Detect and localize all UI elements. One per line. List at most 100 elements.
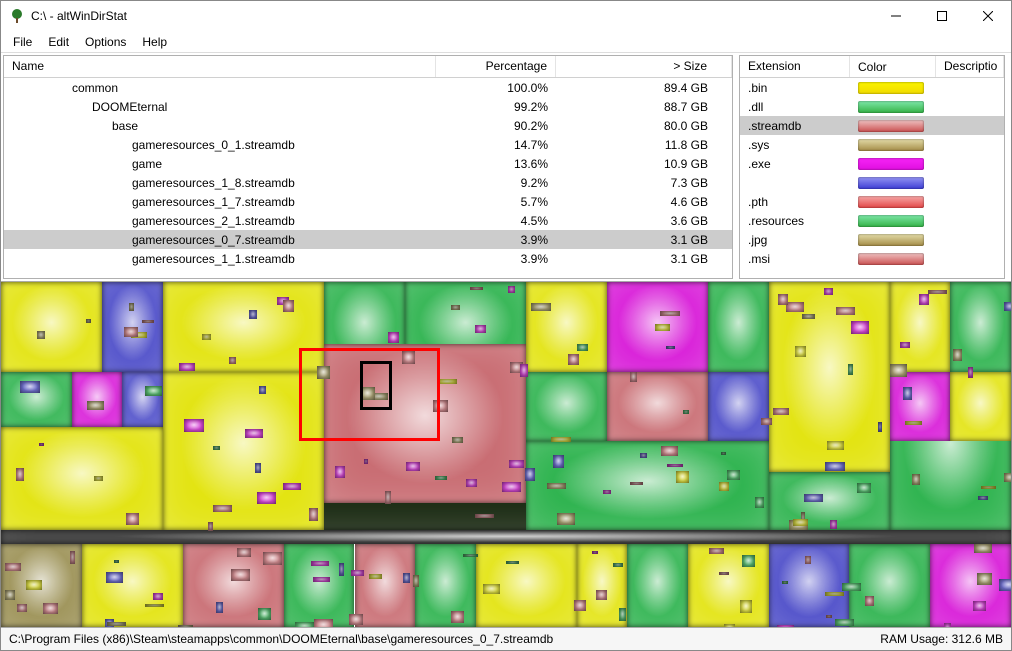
ext-rows[interactable]: .bin.dll.streamdb.sys.exe.pth.resources.… [740,78,1004,278]
treemap-block[interactable] [451,611,464,623]
treemap-block[interactable] [630,482,644,485]
treemap-block[interactable] [231,569,250,581]
treemap-block[interactable] [782,581,788,584]
treemap-block[interactable] [43,603,58,614]
treemap-block[interactable] [531,303,551,311]
treemap-block[interactable] [1,530,1011,544]
treemap-block[interactable] [878,422,883,432]
treemap-block[interactable] [526,282,607,372]
treemap-block[interactable] [607,372,708,441]
treemap-block[interactable] [142,320,154,323]
treemap-block[interactable] [1004,302,1011,311]
treemap-block[interactable] [688,544,769,627]
treemap-block[interactable] [184,419,203,432]
treemap-block[interactable] [82,544,183,627]
treemap-block[interactable] [568,354,578,366]
treemap-block[interactable] [786,302,804,312]
treemap-block[interactable] [835,619,854,626]
treemap-block[interactable] [475,514,494,518]
treemap-block[interactable] [202,334,211,340]
treemap-block[interactable] [742,555,755,567]
treemap-block[interactable] [802,314,816,318]
treemap-block[interactable] [124,327,138,337]
ext-row[interactable]: .streamdb [740,116,1004,135]
treemap-block[interactable] [999,579,1011,591]
tree-row[interactable]: common100.0%89.4 GB [4,78,732,97]
treemap-block[interactable] [179,363,195,371]
treemap-block[interactable] [676,471,689,483]
tree-row[interactable]: gameresources_1_7.streamdb5.7%4.6 GB [4,192,732,211]
treemap-block[interactable] [709,548,724,554]
col-extension[interactable]: Extension [740,56,850,77]
treemap-block[interactable] [466,479,476,487]
treemap-block[interactable] [20,381,40,393]
close-button[interactable] [965,1,1011,31]
treemap-block[interactable] [213,505,232,511]
treemap-block[interactable] [825,592,844,597]
treemap-block[interactable] [255,463,261,473]
col-description[interactable]: Descriptio [936,56,1004,77]
treemap-block[interactable] [603,490,611,494]
treemap-block[interactable] [229,357,236,364]
tree-row[interactable]: DOOMEternal99.2%88.7 GB [4,97,732,116]
treemap-block[interactable] [865,596,875,606]
treemap-block[interactable] [526,372,607,441]
treemap-block[interactable] [912,474,920,485]
treemap-block[interactable] [826,615,832,618]
treemap-block[interactable] [857,483,871,494]
treemap-block[interactable] [655,324,671,331]
ext-row[interactable]: .pth [740,192,1004,211]
treemap-block[interactable] [804,494,823,503]
treemap-block[interactable] [86,319,91,323]
ext-row[interactable]: .dll [740,97,1004,116]
treemap-block[interactable] [1,282,102,372]
treemap-block[interactable] [339,563,344,575]
treemap-block[interactable] [520,364,528,376]
treemap-block[interactable] [919,294,929,305]
treemap-block[interactable] [793,519,809,525]
treemap-block[interactable] [508,286,515,293]
treemap-block[interactable] [349,614,363,624]
treemap-block[interactable] [16,468,24,481]
treemap-block[interactable] [237,548,251,557]
treemap-block[interactable] [761,418,772,425]
treemap-block[interactable] [435,476,447,480]
treemap-block[interactable] [974,544,992,552]
treemap-block[interactable] [795,346,806,358]
treemap-block[interactable] [848,364,853,376]
treemap-block[interactable] [849,544,930,627]
treemap-block[interactable] [724,624,735,628]
treemap-block[interactable] [258,608,271,620]
treemap-block[interactable] [364,459,368,464]
treemap-block[interactable] [5,590,15,600]
ext-row[interactable]: .jpg [740,230,1004,249]
treemap-block[interactable] [145,604,164,607]
treemap-block[interactable] [39,443,44,446]
treemap-block[interactable] [553,455,565,467]
treemap-block[interactable] [483,584,500,594]
treemap-block[interactable] [619,608,626,621]
treemap-block[interactable] [836,307,855,315]
treemap-block[interactable] [37,331,44,339]
treemap-block[interactable] [475,325,486,333]
treemap-block[interactable] [413,575,419,587]
treemap-block[interactable] [777,625,795,628]
treemap-block[interactable] [283,300,294,313]
treemap-block[interactable] [385,491,391,504]
treemap-block[interactable] [335,466,345,478]
treemap-block[interactable] [129,303,134,311]
treemap-block[interactable] [721,452,726,455]
treemap-block[interactable] [842,583,862,591]
treemap-block[interactable] [683,410,689,415]
treemap-block[interactable] [667,464,683,467]
col-size[interactable]: > Size [556,56,732,77]
treemap-block[interactable] [106,572,123,583]
treemap-block[interactable] [640,453,647,458]
treemap-block[interactable] [311,561,329,566]
treemap-block[interactable] [1,372,72,427]
treemap-block[interactable] [557,513,575,524]
treemap-block[interactable] [950,372,1011,441]
treemap[interactable] [1,281,1011,628]
treemap-block[interactable] [890,364,907,377]
treemap-block[interactable] [502,482,520,492]
